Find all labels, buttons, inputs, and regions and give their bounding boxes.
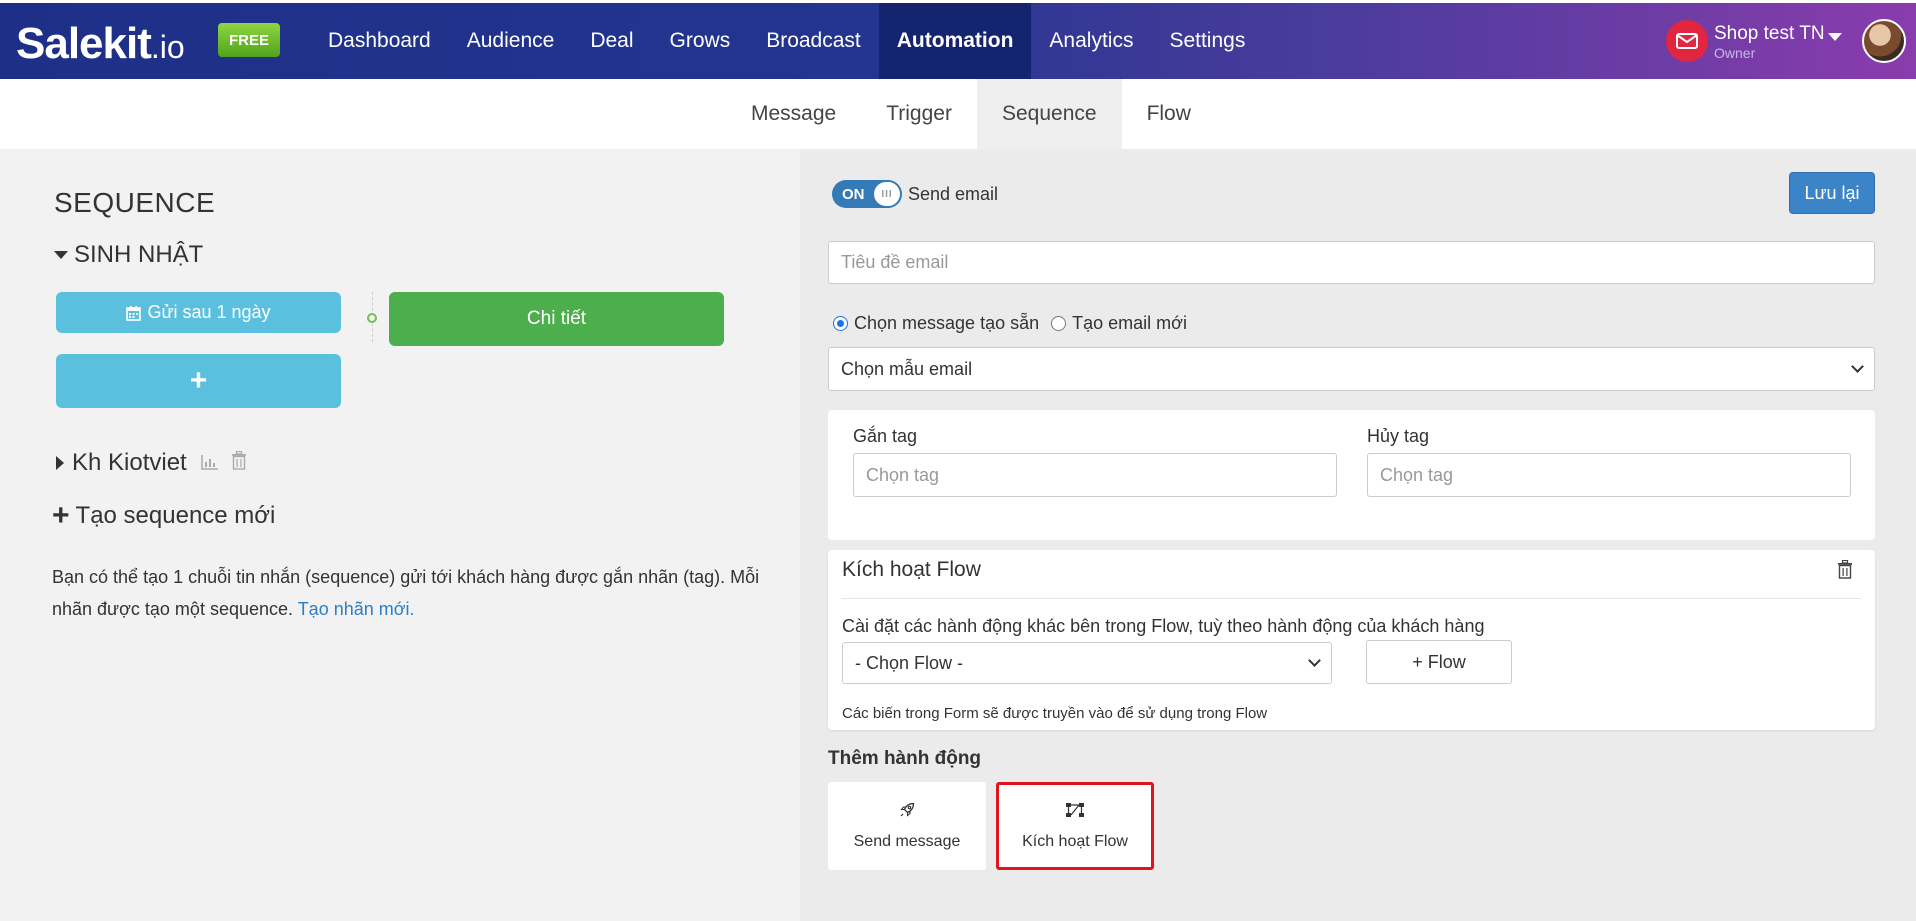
send-after-button[interactable]: Gửi sau 1 ngày: [56, 292, 341, 333]
trash-icon[interactable]: [231, 449, 247, 477]
chevron-down-icon[interactable]: [1828, 33, 1842, 41]
radio-new-email[interactable]: [1051, 316, 1067, 331]
tab-trigger[interactable]: Trigger: [861, 79, 977, 149]
nav-dashboard[interactable]: Dashboard: [310, 3, 449, 79]
avatar[interactable]: [1862, 19, 1906, 63]
action-send-message-button[interactable]: Send message: [828, 782, 986, 870]
sequence-group-sinh-nhat[interactable]: SINH NHẬT: [54, 241, 203, 269]
email-source-radio-group: Chọn message tạo sẵn Tạo email mới: [833, 313, 1187, 334]
divider: [842, 598, 1861, 599]
tab-flow[interactable]: Flow: [1122, 79, 1216, 149]
caret-right-icon: [56, 456, 64, 470]
add-action-title: Thêm hành động: [828, 748, 982, 769]
plus-icon: +: [52, 499, 70, 532]
flow-select-value: - Chọn Flow -: [855, 652, 964, 673]
send-email-toggle[interactable]: ON III: [832, 180, 902, 208]
send-after-label: Gửi sau 1 ngày: [147, 302, 271, 322]
send-email-label: Send email: [908, 184, 999, 204]
logo-tld-text: .io: [150, 29, 185, 65]
add-tag-input[interactable]: Chọn tag: [853, 453, 1337, 497]
sequence-list-panel: SEQUENCE SINH NHẬT Gửi sau 1 ngày Chi ti…: [0, 149, 800, 921]
create-tag-link[interactable]: Tạo nhãn mới.: [298, 599, 415, 619]
rocket-icon: [899, 802, 915, 823]
radio-preset-label[interactable]: Chọn message tạo sẵn: [854, 313, 1039, 334]
flow-description: Cài đặt các hành động khác bên trong Flo…: [842, 616, 1485, 636]
page-title: SEQUENCE: [54, 187, 216, 218]
sequence-description: Bạn có thể tạo 1 chuỗi tin nhắn (sequenc…: [52, 561, 772, 625]
create-sequence-link[interactable]: + Tạo sequence mới: [52, 499, 276, 532]
toggle-state: ON: [842, 185, 865, 203]
toggle-knob: III: [874, 182, 900, 206]
email-template-value: Chọn mẫu email: [841, 358, 973, 379]
flow-network-icon: [1065, 802, 1085, 823]
save-button[interactable]: Lưu lại: [1789, 172, 1875, 214]
action-flow-label: Kích hoạt Flow: [1022, 832, 1128, 850]
nav-automation[interactable]: Automation: [878, 3, 1032, 79]
add-message-button[interactable]: +: [56, 354, 341, 408]
add-flow-button[interactable]: + Flow: [1366, 640, 1512, 684]
mail-icon[interactable]: [1666, 20, 1708, 62]
top-navbar: Salekit .io FREE Dashboard Audience Deal…: [0, 3, 1916, 79]
action-trigger-flow-button[interactable]: Kích hoạt Flow: [996, 782, 1154, 870]
add-tag-label: Gắn tag: [853, 426, 918, 446]
user-role: Owner: [1714, 45, 1756, 61]
chevron-down-icon: [1308, 654, 1321, 667]
sub-navbar: Message Trigger Sequence Flow: [0, 79, 1916, 149]
remove-tag-input[interactable]: Chọn tag: [1367, 453, 1851, 497]
salekit-logo[interactable]: Salekit .io: [16, 19, 185, 68]
trash-icon[interactable]: [1837, 559, 1853, 584]
nav-deal[interactable]: Deal: [572, 3, 651, 79]
calendar-icon: [126, 305, 142, 321]
caret-down-icon: [54, 251, 68, 259]
tab-message[interactable]: Message: [726, 79, 861, 149]
tag-settings-card: Gắn tag Hủy tag Chọn tag Chọn tag: [828, 410, 1875, 540]
radio-new-label[interactable]: Tạo email mới: [1072, 313, 1187, 334]
radio-preset-message[interactable]: [833, 316, 848, 331]
nav-analytics[interactable]: Analytics: [1031, 3, 1151, 79]
detail-button[interactable]: Chi tiết: [389, 292, 724, 346]
remove-tag-label: Hủy tag: [1367, 426, 1430, 446]
nav-settings[interactable]: Settings: [1151, 3, 1263, 79]
nav-grows[interactable]: Grows: [652, 3, 749, 79]
sequence-group-label: SINH NHẬT: [74, 241, 204, 268]
flow-card-title: Kích hoạt Flow: [842, 558, 981, 581]
tab-sequence[interactable]: Sequence: [976, 79, 1122, 149]
connector-dot: [367, 313, 377, 323]
bar-chart-icon[interactable]: [200, 449, 219, 477]
nav-audience[interactable]: Audience: [449, 3, 573, 79]
sequence-group-kh-kiotviet[interactable]: Kh Kiotviet: [56, 449, 247, 477]
action-send-label: Send message: [853, 832, 961, 850]
free-plan-badge: FREE: [218, 23, 280, 57]
chevron-down-icon: [1851, 360, 1864, 373]
sequence-group-label: Kh Kiotviet: [72, 449, 187, 476]
flow-note: Các biến trong Form sẽ được truyền vào đ…: [842, 705, 1268, 722]
nav-broadcast[interactable]: Broadcast: [748, 3, 879, 79]
main-nav: Dashboard Audience Deal Grows Broadcast …: [310, 3, 1263, 79]
flow-select[interactable]: - Chọn Flow -: [842, 642, 1332, 684]
create-sequence-label: Tạo sequence mới: [75, 502, 276, 529]
email-template-select[interactable]: Chọn mẫu email: [828, 347, 1875, 391]
email-title-input[interactable]: Tiêu đề email: [828, 241, 1875, 284]
logo-brand-text: Salekit: [16, 19, 152, 68]
shop-name[interactable]: Shop test TN: [1714, 23, 1825, 45]
trigger-flow-card: Kích hoạt Flow Cài đặt các hành động khá…: [828, 550, 1875, 730]
